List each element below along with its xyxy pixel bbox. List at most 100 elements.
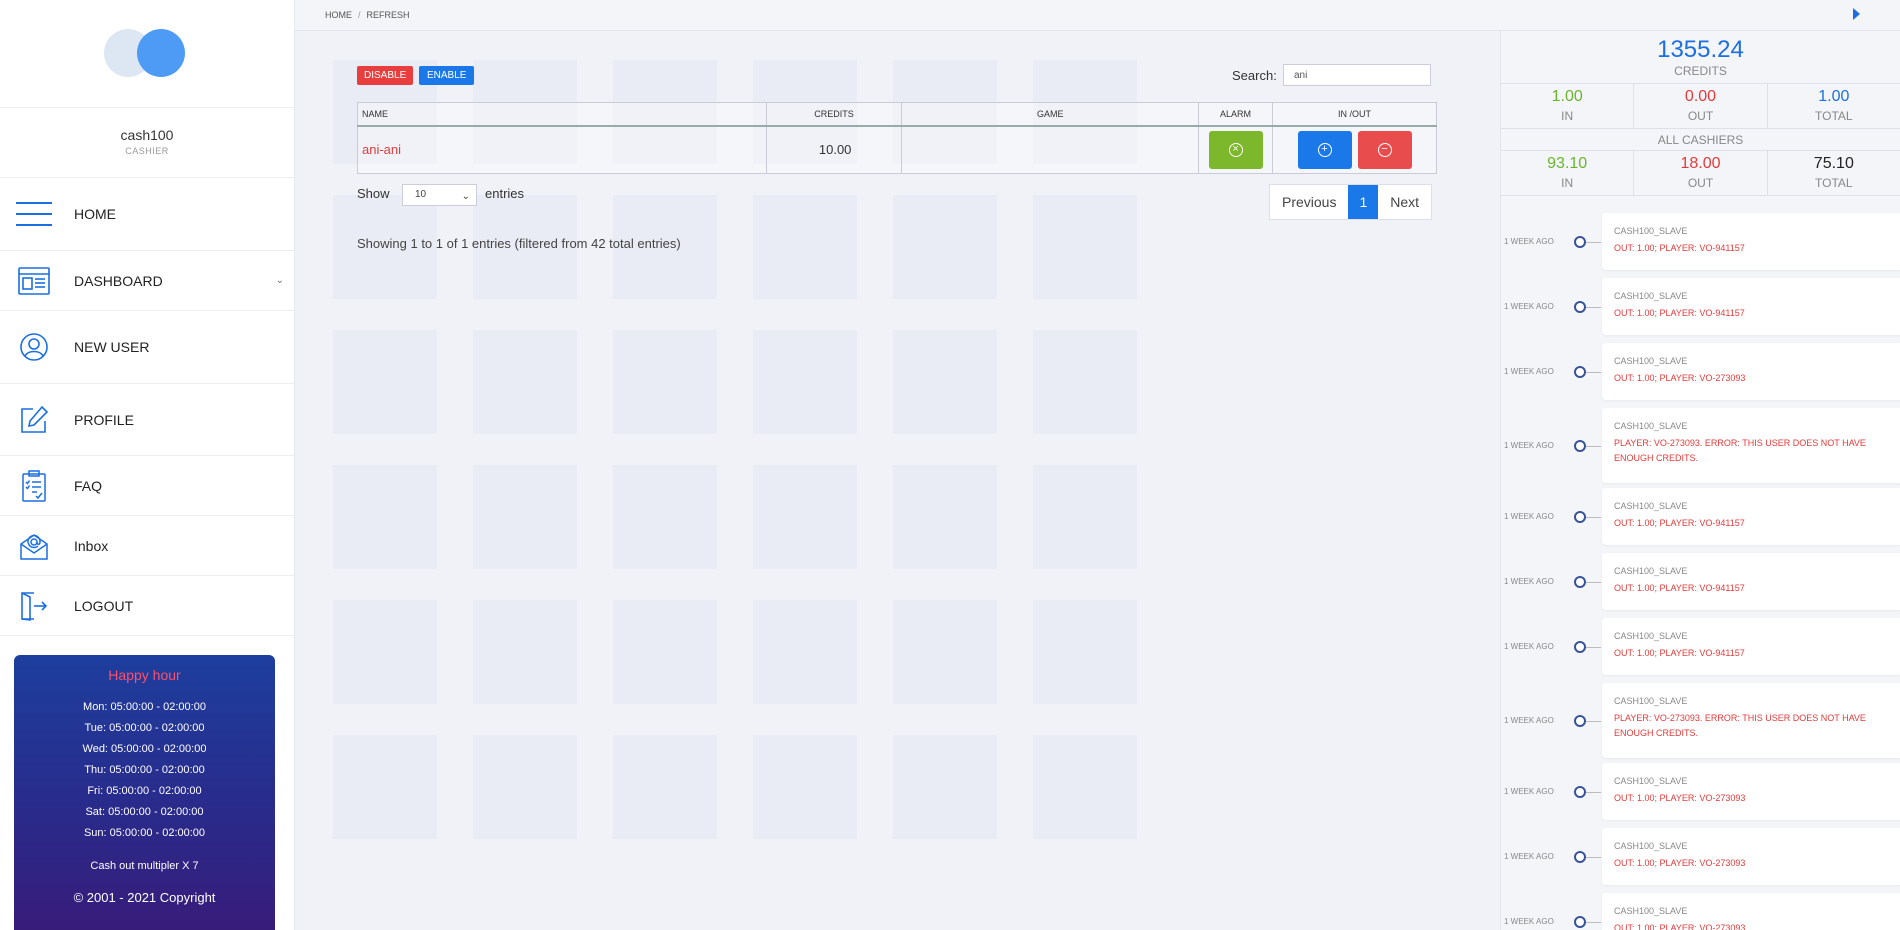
table-info: Showing 1 to 1 of 1 entries (filtered fr… xyxy=(357,236,681,251)
credits-label: CREDITS xyxy=(1674,64,1727,78)
timeline-card[interactable]: CASH100_SLAVE OUT: 1.00; PLAYER: VO-94115… xyxy=(1602,488,1900,545)
happy-hour-row: Thu: 05:00:00 - 02:00:00 xyxy=(84,764,205,776)
timeline-item: 1 WEEK AGO CASH100_SLAVE PLAYER: VO-273093… xyxy=(1501,408,1900,483)
happy-hour-row: Mon: 05:00:00 - 02:00:00 xyxy=(83,701,206,713)
all-total-value: 75.10 xyxy=(1813,155,1854,172)
total-value: 1.00 xyxy=(1818,88,1850,105)
in-label: IN xyxy=(1561,109,1574,123)
next-button[interactable]: Next xyxy=(1378,185,1431,219)
timeline-time: 1 WEEK AGO xyxy=(1504,787,1554,796)
timeline-connector xyxy=(1586,372,1601,373)
column-header-alarm[interactable]: ALARM xyxy=(1198,102,1274,127)
timeline-item: 1 WEEK AGO CASH100_SLAVE OUT: 1.00; PLAYER… xyxy=(1501,828,1900,885)
timeline-title: CASH100_SLAVE xyxy=(1614,501,1688,511)
background-tile xyxy=(613,330,717,434)
background-tile xyxy=(333,465,437,569)
column-header-in-out[interactable]: IN /OUT xyxy=(1272,102,1437,127)
background-tile xyxy=(1033,330,1137,434)
happy-hour-row: Sun: 05:00:00 - 02:00:00 xyxy=(83,827,206,839)
minus-circle-icon: − xyxy=(1377,142,1392,157)
timeline-dot-icon xyxy=(1574,511,1586,523)
search-input[interactable] xyxy=(1283,64,1431,86)
background-tile xyxy=(473,465,577,569)
cell-in-out: + − xyxy=(1272,125,1437,174)
close-circle-icon: × xyxy=(1228,142,1243,157)
timeline-dot-icon xyxy=(1574,851,1586,863)
dashboard-icon xyxy=(16,265,52,297)
nav-home[interactable]: HOME xyxy=(0,178,294,251)
all-cashiers-label: ALL CASHIERS xyxy=(1501,129,1900,151)
logo xyxy=(0,0,294,108)
page-size-select[interactable]: 10 ⌄ xyxy=(402,184,477,206)
show-label: Show xyxy=(357,186,390,201)
timeline-card[interactable]: CASH100_SLAVE PLAYER: VO-273093. ERROR: T… xyxy=(1602,408,1900,483)
timeline-card[interactable]: CASH100_SLAVE OUT: 1.00; PLAYER: VO-94115… xyxy=(1602,278,1900,335)
timeline-card[interactable]: CASH100_SLAVE OUT: 1.00; PLAYER: VO-27309… xyxy=(1602,763,1900,820)
timeline-item: 1 WEEK AGO CASH100_SLAVE OUT: 1.00; PLAYER… xyxy=(1501,893,1900,930)
timeline-time: 1 WEEK AGO xyxy=(1504,917,1554,926)
column-header-game[interactable]: GAME xyxy=(901,102,1200,127)
page-button-1[interactable]: 1 xyxy=(1348,185,1379,219)
nav-dashboard-label: DASHBOARD xyxy=(74,272,163,289)
breadcrumb-home[interactable]: HOME xyxy=(325,10,352,20)
nav-inbox[interactable]: Inbox xyxy=(0,516,294,576)
timeline-card[interactable]: CASH100_SLAVE OUT: 1.00; PLAYER: VO-27309… xyxy=(1602,828,1900,885)
timeline-time: 1 WEEK AGO xyxy=(1504,852,1554,861)
timeline-card[interactable]: CASH100_SLAVE PLAYER: VO-273093. ERROR: T… xyxy=(1602,683,1900,758)
enable-button[interactable]: ENABLE xyxy=(419,66,475,85)
cell-game xyxy=(901,125,1200,174)
cell-credits: 10.00 xyxy=(765,125,903,174)
happy-hour-row: Sat: 05:00:00 - 02:00:00 xyxy=(85,806,204,818)
nav-logout-label: LOGOUT xyxy=(74,597,134,614)
timeline-card[interactable]: CASH100_SLAVE OUT: 1.00; PLAYER: VO-27309… xyxy=(1602,893,1900,930)
timeline-message: PLAYER: VO-273093. ERROR: THIS USER DOES… xyxy=(1614,713,1866,738)
timeline-item: 1 WEEK AGO CASH100_SLAVE OUT: 1.00; PLAYER… xyxy=(1501,278,1900,335)
nav-profile[interactable]: PROFILE xyxy=(0,384,294,456)
disable-button[interactable]: DISABLE xyxy=(357,66,414,85)
cell-name[interactable]: ani-ani xyxy=(357,125,767,174)
timeline-connector xyxy=(1586,582,1601,583)
breadcrumb-refresh[interactable]: REFRESH xyxy=(367,10,410,20)
timeline-time: 1 WEEK AGO xyxy=(1504,302,1554,311)
timeline-card[interactable]: CASH100_SLAVE OUT: 1.00; PLAYER: VO-94115… xyxy=(1602,213,1900,270)
timeline-title: CASH100_SLAVE xyxy=(1614,841,1688,851)
timeline-card[interactable]: CASH100_SLAVE OUT: 1.00; PLAYER: VO-94115… xyxy=(1602,618,1900,675)
previous-button[interactable]: Previous xyxy=(1270,185,1348,219)
background-tile xyxy=(893,330,997,434)
nav-inbox-label: Inbox xyxy=(74,537,109,554)
credit-in-button[interactable]: + xyxy=(1297,130,1352,169)
timeline-dot-icon xyxy=(1574,236,1586,248)
breadcrumb-separator: / xyxy=(358,10,361,20)
background-tile xyxy=(613,465,717,569)
timeline-message: OUT: 1.00; PLAYER: VO-941157 xyxy=(1614,583,1745,593)
timeline-title: CASH100_SLAVE xyxy=(1614,421,1688,431)
timeline-time: 1 WEEK AGO xyxy=(1504,367,1554,376)
background-tile xyxy=(893,735,997,839)
timeline-card[interactable]: CASH100_SLAVE OUT: 1.00; PLAYER: VO-27309… xyxy=(1602,343,1900,400)
timeline-card[interactable]: CASH100_SLAVE OUT: 1.00; PLAYER: VO-94115… xyxy=(1602,553,1900,610)
background-tile xyxy=(473,330,577,434)
timeline-message: OUT: 1.00; PLAYER: VO-941157 xyxy=(1614,308,1745,318)
nav-logout[interactable]: LOGOUT xyxy=(0,576,294,636)
credit-out-button[interactable]: − xyxy=(1357,130,1412,169)
timeline-message: PLAYER: VO-273093. ERROR: THIS USER DOES… xyxy=(1614,438,1866,463)
timeline-time: 1 WEEK AGO xyxy=(1504,577,1554,586)
alarm-button[interactable]: × xyxy=(1208,130,1263,169)
timeline-message: OUT: 1.00; PLAYER: VO-941157 xyxy=(1614,518,1745,528)
nav-dashboard[interactable]: DASHBOARD ⌄ xyxy=(0,251,294,311)
nav-new-user[interactable]: NEW USER xyxy=(0,311,294,384)
entries-label: entries xyxy=(485,186,525,201)
table-row[interactable]: ani-ani 10.00 × + − xyxy=(357,125,1437,174)
timeline-dot-icon xyxy=(1574,301,1586,313)
column-header-name[interactable]: NAME xyxy=(357,102,767,127)
out-label: OUT xyxy=(1687,109,1714,123)
expand-arrow-icon[interactable] xyxy=(1853,8,1860,20)
nav-new-user-label: NEW USER xyxy=(74,339,150,355)
column-header-credits[interactable]: CREDITS xyxy=(765,102,903,127)
background-tile xyxy=(473,735,577,839)
timeline-item: 1 WEEK AGO CASH100_SLAVE PLAYER: VO-273093… xyxy=(1501,683,1900,758)
timeline-title: CASH100_SLAVE xyxy=(1614,906,1688,916)
background-tile xyxy=(1033,195,1137,299)
nav-faq[interactable]: FAQ xyxy=(0,456,294,516)
timeline-dot-icon xyxy=(1574,366,1586,378)
